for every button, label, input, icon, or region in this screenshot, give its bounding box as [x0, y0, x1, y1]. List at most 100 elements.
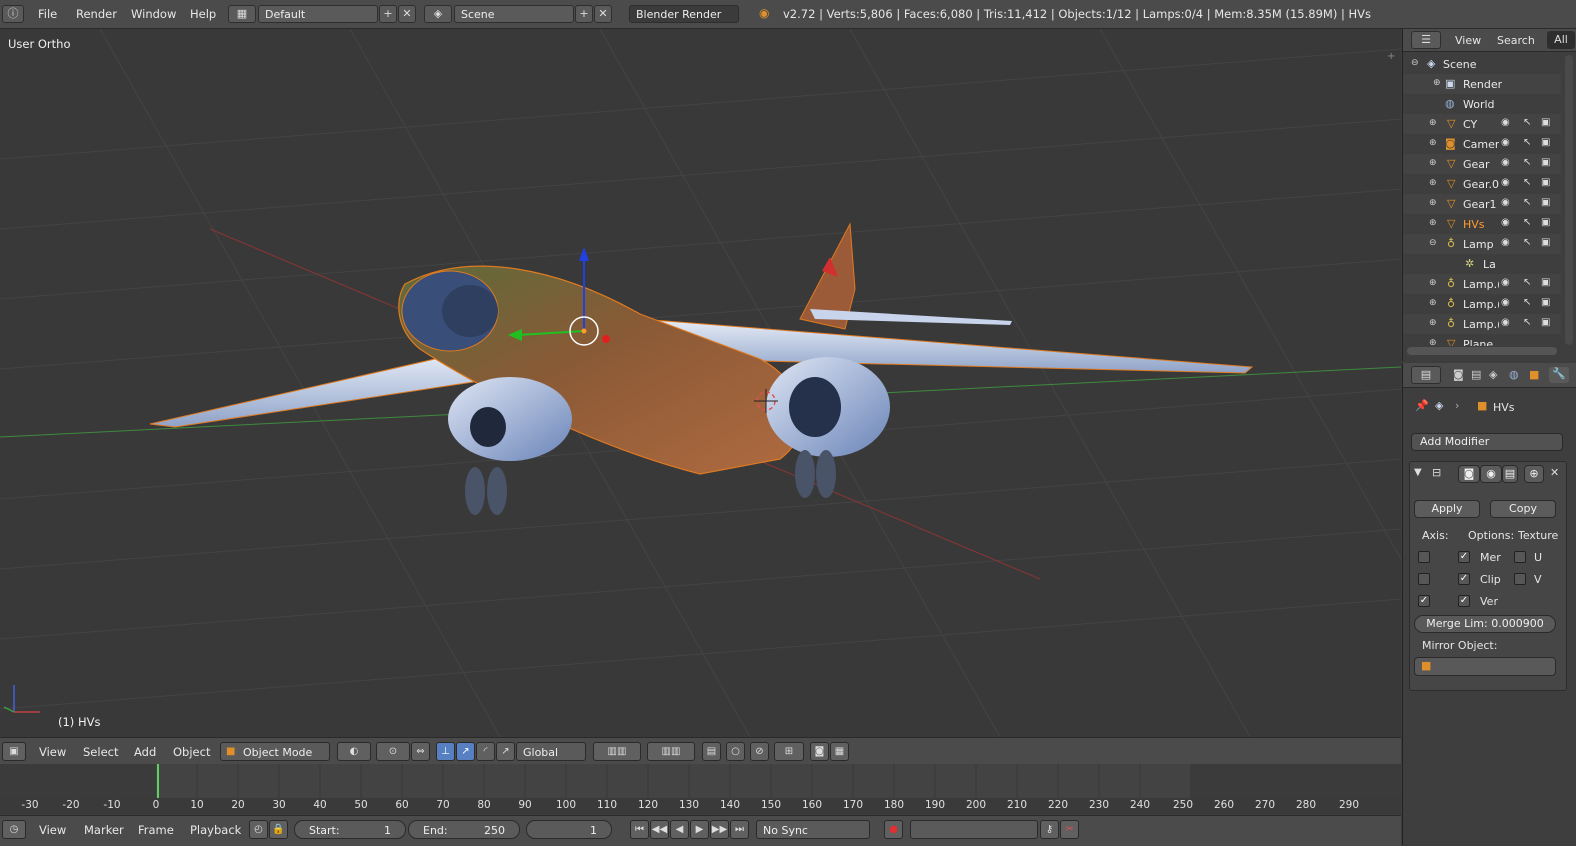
- filter-select[interactable]: All: [1547, 31, 1575, 49]
- select-arrow-icon[interactable]: ↖: [1523, 237, 1531, 248]
- scene-tab-icon[interactable]: ◈: [1489, 368, 1497, 381]
- scale-manipulator-icon[interactable]: ◜: [476, 742, 495, 761]
- menu-view[interactable]: View: [39, 745, 66, 759]
- eye-icon[interactable]: ◉: [1501, 277, 1510, 288]
- render-tab-icon[interactable]: ◙: [1453, 368, 1464, 381]
- camera-render-icon[interactable]: ▣: [1541, 277, 1550, 288]
- add-layout-icon[interactable]: +: [379, 5, 397, 23]
- eye-icon[interactable]: ◉: [1501, 197, 1510, 208]
- apply-button[interactable]: Apply: [1414, 500, 1480, 518]
- menu-window[interactable]: Window: [131, 7, 176, 21]
- snap-toggle-icon[interactable]: ⊘: [750, 742, 769, 761]
- jump-keyframe-forward-icon[interactable]: ▶▶: [710, 820, 729, 839]
- menu-frame[interactable]: Frame: [138, 823, 174, 837]
- camera-render-icon[interactable]: ▣: [1541, 157, 1550, 168]
- modifier-viewport-icon[interactable]: ◉: [1480, 465, 1502, 483]
- object-tab-icon[interactable]: ■: [1529, 368, 1539, 381]
- layers-grid-1[interactable]: ▥▥: [593, 742, 641, 761]
- menu-view[interactable]: View: [39, 823, 66, 837]
- menu-add[interactable]: Add: [134, 745, 156, 759]
- snap-element-icon[interactable]: ⊞: [774, 742, 804, 761]
- select-arrow-icon[interactable]: ↖: [1523, 277, 1531, 288]
- eye-icon[interactable]: ◉: [1501, 137, 1510, 148]
- eye-icon[interactable]: ◉: [1501, 317, 1510, 328]
- outliner-row[interactable]: ✲ La: [1403, 254, 1561, 274]
- merge-limit-field[interactable]: Merge Lim: 0.000900: [1414, 615, 1556, 633]
- menu-file[interactable]: File: [38, 7, 57, 21]
- proportional-edit-icon[interactable]: ○: [726, 742, 745, 761]
- layout-selector-icon[interactable]: ▦: [228, 5, 256, 23]
- pivot-point-icon[interactable]: ⊙: [376, 742, 410, 761]
- menu-playback[interactable]: Playback: [190, 823, 241, 837]
- delete-keyframe-icon[interactable]: ✂: [1060, 820, 1079, 839]
- insert-keyframe-icon[interactable]: ⚷: [1040, 820, 1059, 839]
- editor-type-icon[interactable]: ◷: [2, 820, 26, 839]
- vertex-groups-checkbox[interactable]: ✓: [1458, 595, 1470, 607]
- menu-marker[interactable]: Marker: [84, 823, 124, 837]
- modifier-tab-icon[interactable]: 🔧: [1549, 367, 1569, 383]
- outliner-vscrollbar[interactable]: [1565, 55, 1573, 345]
- editor-type-icon[interactable]: ▣: [2, 742, 26, 761]
- eye-icon[interactable]: ◉: [1501, 217, 1510, 228]
- camera-render-icon[interactable]: ▣: [1541, 137, 1550, 148]
- axis-z-checkbox[interactable]: ✓: [1418, 595, 1430, 607]
- transform-orientation-select[interactable]: Global: [516, 742, 586, 761]
- outliner-row[interactable]: ⊕ ▽ Gear ◉ ↖ ▣: [1403, 154, 1561, 174]
- eye-icon[interactable]: ◉: [1501, 237, 1510, 248]
- sync-mode-select[interactable]: No Sync: [756, 820, 870, 839]
- texture-v-checkbox[interactable]: [1514, 573, 1526, 585]
- scene-selector-icon[interactable]: ◈: [424, 5, 452, 23]
- select-arrow-icon[interactable]: ↖: [1523, 157, 1531, 168]
- translate-manipulator-icon[interactable]: ⊥: [436, 742, 455, 761]
- play-reverse-icon[interactable]: ◀: [670, 820, 689, 839]
- region-toggle-icon[interactable]: +: [1387, 51, 1395, 62]
- outliner-row[interactable]: ⊕ ▽ Plane: [1403, 334, 1561, 346]
- layers-grid-2[interactable]: ▥▥: [647, 742, 695, 761]
- copy-button[interactable]: Copy: [1490, 500, 1556, 518]
- camera-render-icon[interactable]: ▣: [1541, 177, 1550, 188]
- eye-icon[interactable]: ◉: [1501, 297, 1510, 308]
- select-arrow-icon[interactable]: ↖: [1523, 217, 1531, 228]
- axis-y-checkbox[interactable]: [1418, 573, 1430, 585]
- outliner-row[interactable]: ⊖ ◈ Scene: [1403, 54, 1561, 74]
- pin-icon[interactable]: 📌: [1415, 399, 1429, 412]
- timeline-track[interactable]: [0, 764, 1401, 798]
- close-icon[interactable]: ✕: [1550, 466, 1559, 479]
- camera-render-icon[interactable]: ▣: [1541, 117, 1550, 128]
- record-icon[interactable]: ●: [884, 820, 903, 839]
- select-arrow-icon[interactable]: ↖: [1523, 137, 1531, 148]
- modifier-move-icon[interactable]: ⊕: [1524, 465, 1544, 483]
- outliner-row[interactable]: ⊕ ▽ Gear1 ◉ ↖ ▣: [1403, 194, 1561, 214]
- lock-layers-icon[interactable]: ▤: [702, 742, 721, 761]
- eye-icon[interactable]: ◉: [1501, 157, 1510, 168]
- clip-checkbox[interactable]: ✓: [1458, 573, 1470, 585]
- texture-u-checkbox[interactable]: [1514, 551, 1526, 563]
- menu-object[interactable]: Object: [173, 745, 210, 759]
- snap-manipulator-icon[interactable]: ↗: [496, 742, 515, 761]
- remove-scene-icon[interactable]: ✕: [594, 5, 612, 23]
- camera-render-icon[interactable]: ▣: [1541, 237, 1550, 248]
- outliner-row[interactable]: ⊕ ▣ Render: [1403, 74, 1561, 94]
- rotate-manipulator-icon[interactable]: ↗: [456, 742, 475, 761]
- editor-type-icon[interactable]: ▤: [1411, 366, 1441, 384]
- outliner-row[interactable]: ⊕ ▽ CY ◉ ↖ ▣: [1403, 114, 1561, 134]
- outliner-row[interactable]: ⊕ ◙ Camer ◉ ↖ ▣: [1403, 134, 1561, 154]
- outliner-row-selected[interactable]: ⊕ ▽ HVs ◉ ↖ ▣: [1403, 214, 1561, 234]
- render-still-icon[interactable]: ◙: [810, 742, 829, 761]
- eye-icon[interactable]: ◉: [1501, 177, 1510, 188]
- editor-type-icon[interactable]: ☰: [1411, 31, 1441, 49]
- lock-range-icon[interactable]: 🔒: [269, 820, 288, 839]
- camera-render-icon[interactable]: ▣: [1541, 197, 1550, 208]
- modifier-render-icon[interactable]: ◙: [1458, 465, 1480, 483]
- aircraft-model[interactable]: [149, 222, 1254, 515]
- outliner-row[interactable]: ⊕ ▽ Gear.0 ◉ ↖ ▣: [1403, 174, 1561, 194]
- select-arrow-icon[interactable]: ↖: [1523, 117, 1531, 128]
- jump-keyframe-back-icon[interactable]: ◀◀: [650, 820, 669, 839]
- mirror-object-field[interactable]: ■: [1414, 657, 1556, 676]
- scene-field[interactable]: Scene: [454, 5, 574, 23]
- render-animation-icon[interactable]: ▦: [830, 742, 849, 761]
- menu-render[interactable]: Render: [76, 7, 117, 21]
- editor-type-icon[interactable]: ⓘ: [2, 5, 24, 23]
- outliner-row[interactable]: ⊖ ♁ Lamp ◉ ↖ ▣: [1403, 234, 1561, 254]
- camera-render-icon[interactable]: ▣: [1541, 217, 1550, 228]
